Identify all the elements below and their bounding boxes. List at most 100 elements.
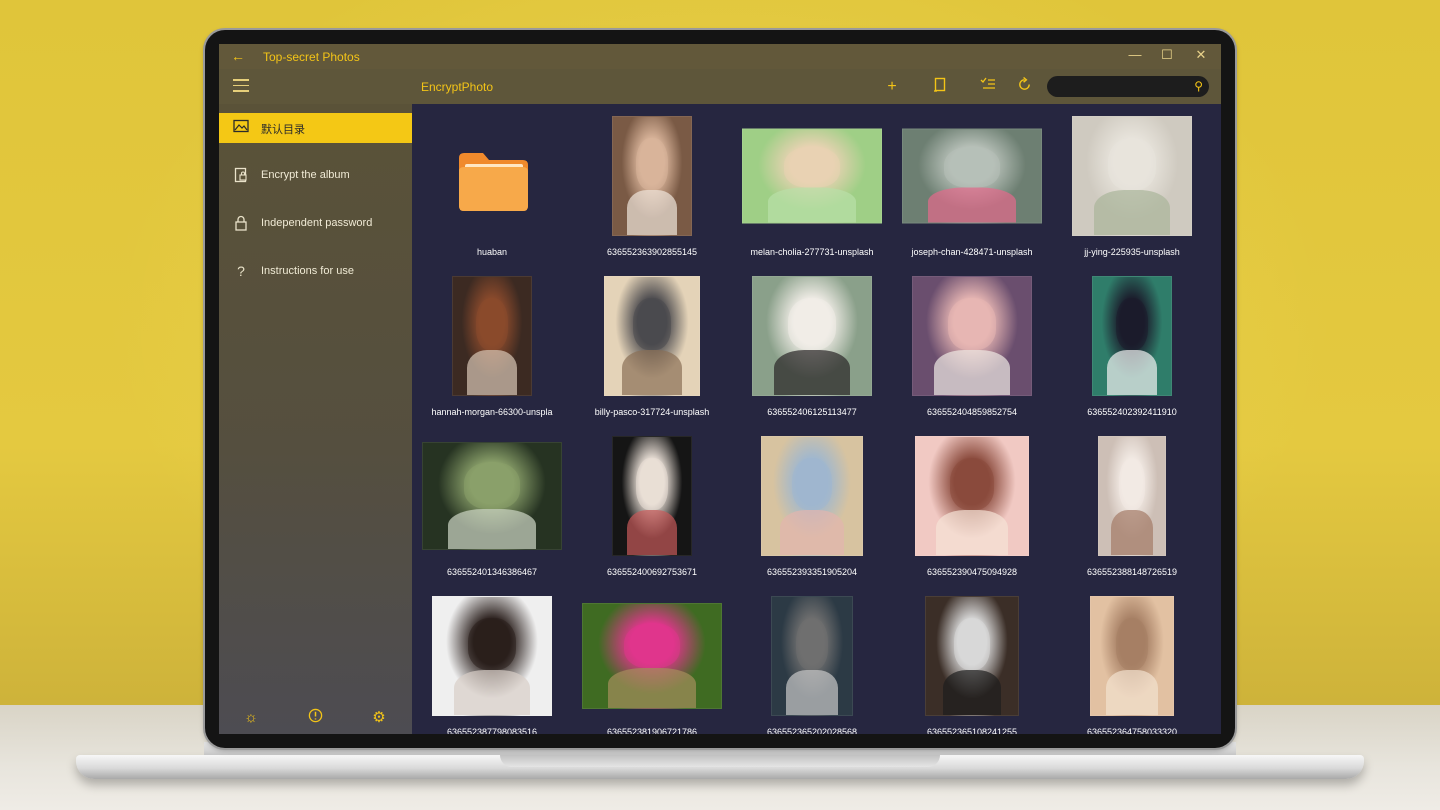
photo-subject-body — [1094, 190, 1170, 235]
photo-subject — [949, 458, 995, 511]
toolbar: EncryptPhoto + ⚲ — [219, 69, 1221, 104]
photo-subject — [796, 618, 828, 671]
photo-subject — [636, 458, 668, 511]
sidebar-item-instructions[interactable]: ? Instructions for use — [219, 257, 412, 287]
photo-item[interactable]: 636552406125113477 — [732, 270, 892, 430]
search-input[interactable]: ⚲ — [1047, 76, 1209, 97]
refresh-icon[interactable] — [1014, 76, 1034, 97]
photo-thumbnail — [925, 596, 1019, 716]
photo-subject-body — [767, 187, 857, 223]
photo-subject — [948, 298, 996, 351]
photo-subject-body — [786, 670, 838, 715]
hamburger-menu-icon[interactable] — [233, 79, 249, 93]
photo-thumbnail — [742, 128, 882, 224]
back-arrow-icon[interactable]: ← — [231, 48, 245, 64]
photo-item[interactable]: 636552393351905204 — [732, 430, 892, 590]
photo-thumbnail — [1098, 436, 1166, 556]
photo-item[interactable]: 636552401346386467 — [412, 430, 572, 590]
item-name-label: 636552400692753671 — [606, 567, 698, 577]
photo-subject-body — [1110, 510, 1154, 555]
title-bar: ← Top-secret Photos — ☐ ✕ — [219, 44, 1221, 69]
item-name-label: 636552390475094928 — [926, 567, 1018, 577]
photo-item[interactable]: 636552365108241255 — [892, 590, 1052, 734]
photo-thumbnail — [1072, 116, 1192, 236]
photo-subject-body — [607, 668, 697, 708]
photo-item[interactable]: 636552365202028568 — [732, 590, 892, 734]
folder-item[interactable]: huaban — [412, 110, 572, 270]
settings-icon[interactable]: ⚙ — [369, 708, 389, 728]
item-name-label: 636552393351905204 — [766, 567, 858, 577]
brightness-icon[interactable]: ☼ — [241, 708, 261, 728]
sidebar: 默认目录 Encrypt the album Independent passw… — [219, 104, 412, 734]
item-name-label: huaban — [476, 247, 508, 257]
photo-thumbnail — [1092, 276, 1172, 396]
photo-item[interactable]: 636552390475094928 — [892, 430, 1052, 590]
rotate-screen-icon[interactable] — [930, 77, 950, 97]
photo-thumbnail — [612, 116, 692, 236]
sidebar-item-independent-password[interactable]: Independent password — [219, 209, 412, 239]
select-list-icon[interactable] — [978, 77, 998, 97]
photo-subject-body — [936, 510, 1008, 555]
photo-item[interactable]: 636552402392411910 — [1052, 270, 1212, 430]
photo-item[interactable]: 636552387798083516 — [412, 590, 572, 734]
add-icon[interactable]: + — [882, 77, 902, 97]
close-button[interactable]: ✕ — [1191, 47, 1211, 63]
laptop-notch — [500, 755, 940, 767]
photo-item[interactable]: melan-cholia-277731-unsplash — [732, 110, 892, 270]
folder-icon — [455, 150, 531, 212]
sidebar-item-encrypt-album[interactable]: Encrypt the album — [219, 161, 412, 191]
photo-subject-body — [934, 350, 1010, 395]
photo-subject — [636, 138, 668, 191]
maximize-button[interactable]: ☐ — [1157, 47, 1177, 63]
item-name-label: 636552401346386467 — [446, 567, 538, 577]
photo-subject-body — [467, 350, 517, 395]
lock-file-icon — [233, 167, 249, 183]
photo-subject-body — [447, 508, 537, 549]
item-name-label: 636552381906721786 — [606, 727, 698, 734]
minimize-button[interactable]: — — [1125, 47, 1145, 62]
photo-subject-body — [1107, 350, 1157, 395]
photo-item[interactable]: hannah-morgan-66300-unspla — [412, 270, 572, 430]
item-name-label: hannah-morgan-66300-unspla — [431, 407, 553, 417]
photo-item[interactable]: 636552400692753671 — [572, 430, 732, 590]
photo-subject — [468, 618, 516, 671]
photo-subject-body — [621, 350, 683, 395]
item-name-label: 636552364758033320 — [1086, 727, 1178, 734]
item-name-label: 636552404859852754 — [926, 407, 1018, 417]
photo-item[interactable]: 636552381906721786 — [572, 590, 732, 734]
photo-subject — [633, 298, 671, 351]
search-icon[interactable]: ⚲ — [1194, 79, 1203, 93]
photo-subject — [953, 618, 991, 671]
photo-item[interactable]: jj-ying-225935-unsplash — [1052, 110, 1212, 270]
photo-grid: huaban 636552363902855145 melan-cholia-277… — [412, 104, 1221, 734]
sidebar-item-label: Encrypt the album — [261, 169, 350, 181]
photo-item[interactable]: 636552404859852754 — [892, 270, 1052, 430]
item-name-label: 636552388148726519 — [1086, 567, 1178, 577]
photo-subject — [464, 462, 520, 509]
photo-subject — [476, 298, 508, 351]
photo-thumbnail — [1090, 596, 1174, 716]
photo-item[interactable]: joseph-chan-428471-unsplash — [892, 110, 1052, 270]
photo-item[interactable]: 636552364758033320 — [1052, 590, 1212, 734]
photo-item[interactable]: billy-pasco-317724-unsplash — [572, 270, 732, 430]
photo-subject-body — [942, 670, 1002, 715]
photo-subject-body — [1105, 670, 1159, 715]
photo-subject — [1108, 138, 1156, 191]
photo-thumbnail — [902, 128, 1042, 224]
photo-item[interactable]: 636552388148726519 — [1052, 430, 1212, 590]
photo-thumbnail — [752, 276, 872, 396]
photo-thumbnail — [604, 276, 700, 396]
photo-thumbnail — [912, 276, 1032, 396]
photo-subject-body — [927, 187, 1017, 223]
help-icon: ? — [237, 263, 245, 279]
photo-item[interactable]: 636552363902855145 — [572, 110, 732, 270]
sidebar-item-label: 默认目录 — [261, 124, 305, 136]
item-name-label: 636552402392411910 — [1087, 407, 1177, 417]
app-title: Top-secret Photos — [263, 50, 360, 64]
item-name-label: 636552365108241255 — [926, 727, 1018, 734]
photo-subject-body — [627, 190, 677, 235]
sidebar-item-default-directory[interactable]: 默认目录 — [219, 113, 412, 143]
info-icon[interactable] — [305, 708, 325, 728]
photo-subject — [784, 146, 840, 188]
photo-thumbnail — [432, 596, 552, 716]
